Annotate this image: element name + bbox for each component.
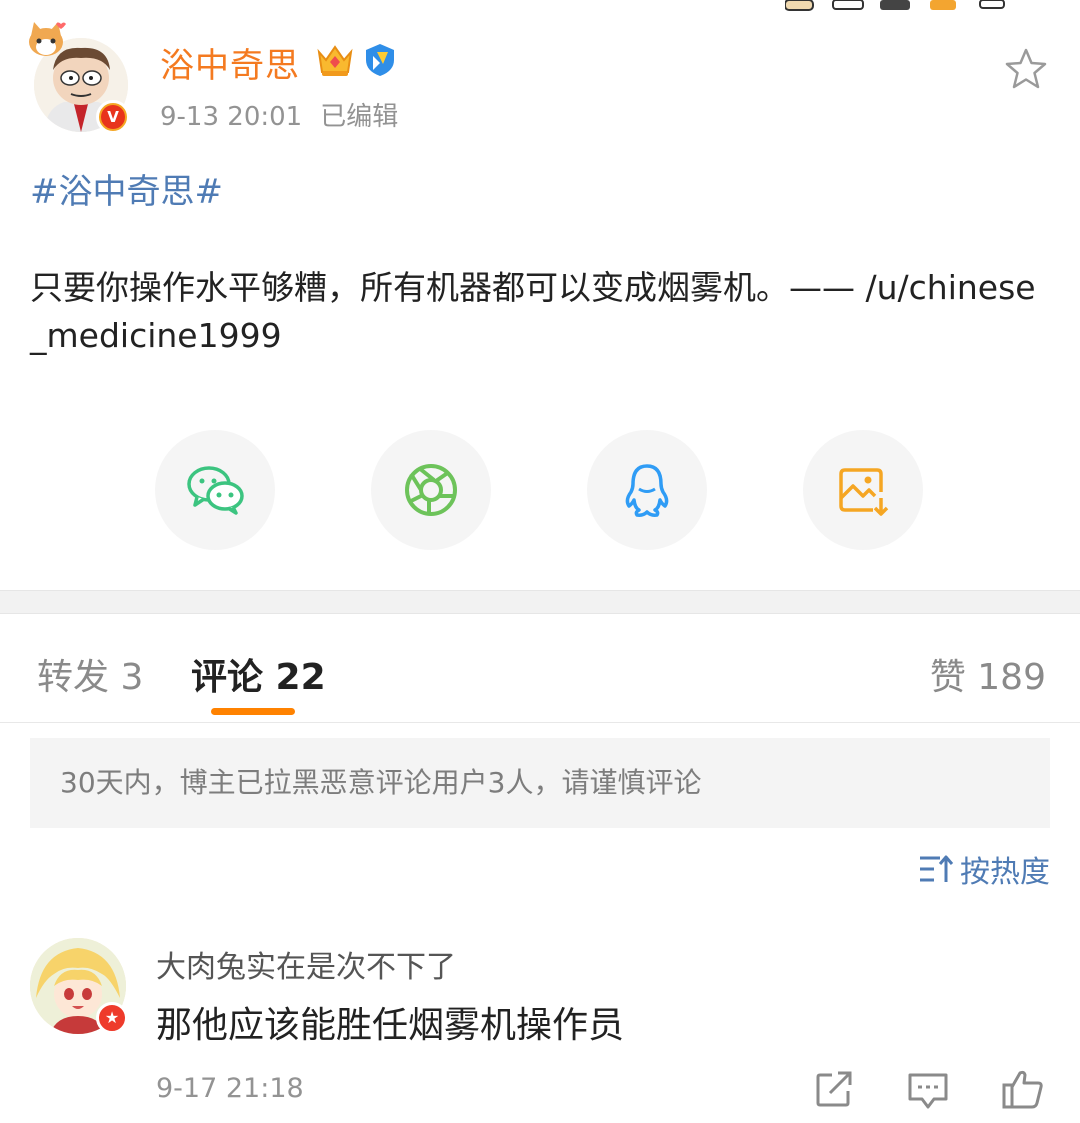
cat-pendant-icon (29, 22, 66, 56)
save-image-icon (839, 468, 889, 516)
comment-time: 9-17 21:18 (156, 1073, 304, 1104)
moments-icon (405, 464, 457, 516)
sort-icon (920, 855, 954, 882)
repost-comment-icon[interactable] (810, 1065, 858, 1113)
sort-by-hot-button[interactable]: 按热度 (918, 849, 1050, 890)
post-meta: 9-13 20:01 已编辑 (160, 96, 398, 133)
share-qq-button[interactable] (587, 430, 707, 550)
commenter-name[interactable]: 大肉兔实在是次不下了 (156, 942, 456, 986)
hashtag-link[interactable]: #浴中奇思# (30, 164, 223, 213)
comment-notice: 30天内，博主已拉黑恶意评论用户3人，请谨慎评论 (30, 738, 1050, 828)
save-image-button[interactable] (803, 430, 923, 550)
tab-likes[interactable]: 赞 189 (930, 648, 1046, 700)
weibo-post-detail: V 浴中奇思 9-13 20:01 已编辑 #浴中奇思# 只要你操作水平够糟，所有… (0, 0, 1080, 1123)
active-tab-indicator (211, 708, 295, 715)
share-wechat-button[interactable] (155, 430, 275, 550)
comment-text: 那他应该能胜任烟雾机操作员 (156, 1005, 625, 1046)
share-moments-button[interactable] (371, 430, 491, 550)
tab-comments[interactable]: 评论 22 (191, 648, 326, 700)
shield-badge-icon[interactable] (362, 42, 398, 78)
tab-repost[interactable]: 转发 3 (37, 648, 143, 700)
commenter-avatar[interactable]: ★ (30, 938, 130, 1038)
post-time: 9-13 20:01 (160, 102, 303, 132)
author-avatar[interactable]: V (26, 20, 136, 135)
qq-icon (625, 464, 669, 517)
verified-badge: V (96, 100, 130, 134)
sort-label: 按热度 (960, 855, 1050, 890)
favorite-star-icon[interactable] (1002, 46, 1050, 94)
wechat-icon (187, 466, 244, 515)
commenter-badge-icon: ★ (96, 1002, 128, 1034)
decorative-cartoon-strip (785, 0, 1005, 11)
crown-member-icon[interactable] (316, 42, 354, 78)
share-row (0, 430, 1080, 550)
section-divider (0, 590, 1080, 614)
edited-label: 已编辑 (320, 102, 399, 132)
post-content: 只要你操作水平够糟，所有机器都可以变成烟雾机。—— /u/chinese_med… (30, 268, 1036, 355)
reply-comment-icon[interactable] (904, 1065, 952, 1113)
author-name[interactable]: 浴中奇思 (160, 38, 300, 87)
tab-divider (0, 722, 1080, 723)
like-comment-icon[interactable] (998, 1065, 1046, 1113)
